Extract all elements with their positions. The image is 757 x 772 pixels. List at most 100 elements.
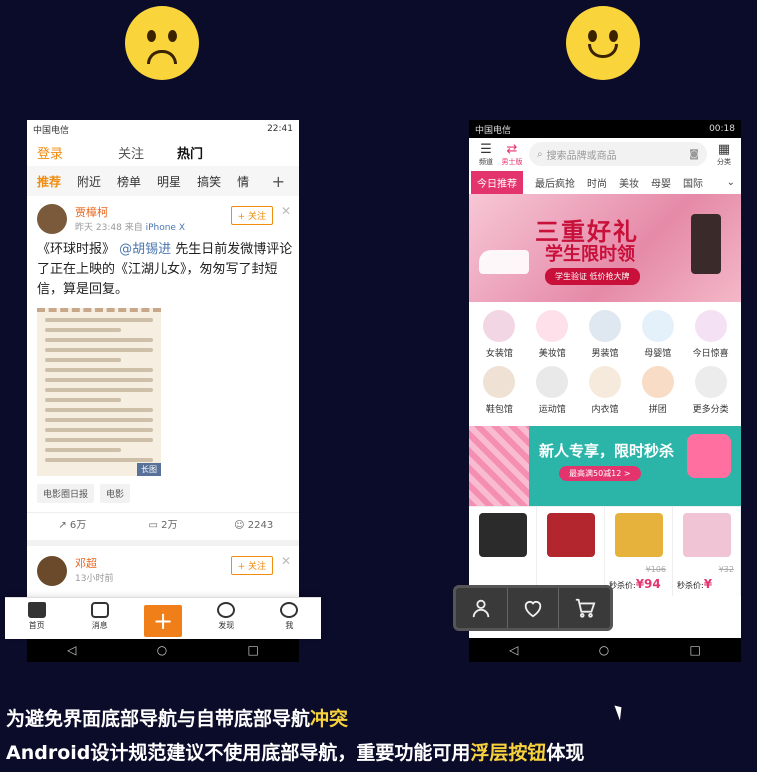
category-label: 内衣馆 [591,405,619,415]
category-emotion[interactable]: 情 [237,173,249,190]
user-icon [280,602,299,618]
camera-icon[interactable]: ◙ [689,149,699,160]
price-value: ¥ [703,577,713,591]
mouse-cursor-icon [614,703,626,721]
product-image [478,513,527,557]
post-author[interactable]: 贾樟柯 [75,204,108,220]
product-card[interactable] [469,507,537,596]
cart-button[interactable] [559,588,610,628]
nav-messages[interactable]: 消息 [68,598,131,639]
tab-international[interactable]: 国际 [683,175,703,190]
follow-button[interactable]: + 关注 [230,206,273,225]
close-icon[interactable]: ✕ [281,204,291,218]
category-cell[interactable]: 男装馆 [579,308,632,364]
newbie-promo[interactable]: 新人专享，限时秒杀 最高满50减12 > [469,426,741,506]
category-label: 更多分类 [692,405,729,415]
weibo-phone-screen: 中国电信 22:41 登录 关注 热门 推荐 附近 榜单 明星 搞笑 情 + 贾… [27,120,299,662]
product-card[interactable] [537,507,605,596]
sale-price: 秒杀价:¥94 [609,577,661,591]
category-funny[interactable]: 搞笑 [197,173,221,190]
post-time: 13小时前 [75,574,114,584]
compose-button[interactable]: + [144,604,182,637]
recents-icon[interactable]: □ [690,643,701,657]
home-icon[interactable]: ○ [599,643,609,657]
favorites-button[interactable] [508,588,560,628]
clock: 22:41 [267,124,293,134]
profile-button[interactable] [456,588,508,628]
avatar[interactable] [37,204,67,234]
category-image [641,310,674,342]
comment-button[interactable]: ▭ 2万 [118,513,209,538]
chevron-down-icon[interactable]: ⌄ [727,177,735,188]
mall-header: ☰ 频道 ⇄ 男士版 ⌕ 搜索品牌或商品 ◙ ▦ 分类 [469,138,741,170]
repost-button[interactable]: ↗ 6万 [27,513,118,538]
nav-compose[interactable]: + [131,598,194,639]
category-cell[interactable]: 女装馆 [473,308,526,364]
category-cell[interactable]: 拼团 [631,364,684,420]
category-ranking[interactable]: 榜单 [117,173,141,190]
post-author[interactable]: 邓超 [75,555,97,571]
category-recommend[interactable]: 推荐 [37,173,61,190]
men-version-button[interactable]: ⇄ 男士版 [499,142,525,167]
category-cell[interactable]: 运动馆 [526,364,579,420]
long-image-tag: 长图 [137,463,161,476]
category-cell[interactable]: 今日惊喜 [684,308,737,364]
post-image[interactable]: 长图 [37,308,161,476]
tab-today[interactable]: 今日推荐 [471,170,523,194]
clock: 00:18 [709,124,735,134]
follow-button[interactable]: + 关注 [230,556,273,575]
avatar[interactable] [37,556,67,586]
category-nearby[interactable]: 附近 [77,173,101,190]
status-bar: 中国电信 22:41 [27,120,299,138]
tab-baby[interactable]: 母婴 [651,175,671,190]
nav-discover[interactable]: 发现 [195,598,258,639]
like-button[interactable]: ☺ 2243 [208,513,299,538]
search-input[interactable]: ⌕ 搜索品牌或商品 ◙ [529,142,707,166]
category-label: 今日惊喜 [692,349,729,359]
promo-banner[interactable]: 三重好礼 学生限时领 学生验证 低价抢大牌 [469,194,741,302]
close-icon[interactable]: ✕ [281,554,291,568]
like-count: 2243 [247,520,274,531]
original-price: ¥106 [645,565,666,574]
status-bar: 中国电信 00:18 [469,120,741,138]
back-icon[interactable]: ◁ [67,643,76,657]
grid-icon: ▦ [717,141,731,157]
topic-chip[interactable]: 电影 [100,484,131,503]
tab-beauty[interactable]: 美妆 [619,175,639,190]
category-stars[interactable]: 明星 [157,173,181,190]
category-cell[interactable]: 鞋包馆 [473,364,526,420]
tab-hot[interactable]: 热门 [177,143,203,168]
add-category-button[interactable]: + [272,172,285,191]
recents-icon[interactable]: □ [248,643,259,657]
category-button[interactable]: ▦ 分类 [711,142,737,167]
caption-text: 为避免界面底部导航与自带底部导航 [6,708,311,730]
back-icon[interactable]: ◁ [509,643,518,657]
mention-link[interactable]: @胡锡进 [119,242,171,257]
product-card[interactable]: ¥106 秒杀价:¥94 [605,507,673,596]
user-icon [473,599,490,618]
category-cell[interactable]: 美妆馆 [526,308,579,364]
caption-text: Android设计规范建议不使用底部导航，重要功能可用 [6,742,471,764]
product-card[interactable]: ¥32 秒杀价:¥ [673,507,741,596]
tab-last-chance[interactable]: 最后疯抢 [535,175,575,190]
caption-highlight: 冲突 [310,708,349,730]
original-price: ¥32 [718,565,734,574]
nav-home[interactable]: 首页 [5,598,68,639]
channel-button[interactable]: ☰ 频道 [473,142,499,167]
nav-me[interactable]: 我 [258,598,321,639]
category-cell[interactable]: 内衣馆 [579,364,632,420]
home-icon[interactable]: ○ [157,643,167,657]
caption-highlight: 浮层按钮 [470,742,547,764]
tab-fashion[interactable]: 时尚 [587,175,607,190]
caption-line-1: 为避免界面底部导航与自带底部导航冲突 [6,704,348,731]
category-cell[interactable]: 更多分类 [684,364,737,420]
home-icon [27,602,46,618]
tab-follow[interactable]: 关注 [118,143,144,162]
login-link[interactable]: 登录 [37,143,63,162]
mall-tabs: 今日推荐 最后疯抢 时尚 美妆 母婴 国际 ⌄ [469,170,741,194]
topic-chip[interactable]: 电影圈日报 [37,484,95,503]
category-cell[interactable]: 母婴馆 [631,308,684,364]
post-device[interactable]: iPhone X [146,223,185,233]
post-divider [27,540,299,546]
promo-sub: 最高满50减12 > [559,466,641,481]
